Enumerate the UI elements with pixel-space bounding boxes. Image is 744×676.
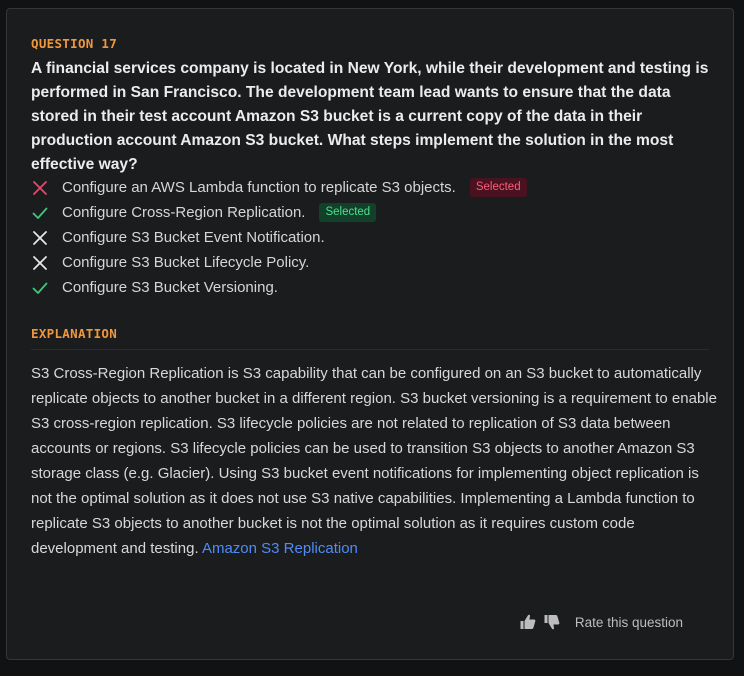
amazon-s3-replication-link[interactable]: Amazon S3 Replication (202, 540, 358, 557)
answer-option: Configure an AWS Lambda function to repl… (31, 175, 527, 200)
selected-badge: Selected (319, 203, 377, 222)
selected-badge: Selected (469, 178, 527, 197)
answer-text: Configure an AWS Lambda function to repl… (62, 179, 456, 196)
answer-text: Configure S3 Bucket Versioning. (62, 279, 278, 296)
answer-option: Configure Cross-Region Replication. Sele… (31, 200, 527, 225)
answer-list: Configure an AWS Lambda function to repl… (31, 175, 527, 300)
explanation-body: S3 Cross-Region Replication is S3 capabi… (31, 365, 717, 557)
answer-text: Configure S3 Bucket Event Notification. (62, 229, 325, 246)
rating-bar: Rate this question (519, 613, 683, 631)
check-icon (31, 279, 49, 297)
explanation-text: S3 Cross-Region Replication is S3 capabi… (31, 361, 721, 561)
thumbs-up-icon[interactable] (519, 613, 537, 631)
answer-text: Configure Cross-Region Replication. (62, 204, 306, 221)
explanation-label: EXPLANATION (31, 326, 118, 341)
x-icon (31, 254, 49, 272)
thumbs-down-icon[interactable] (543, 613, 561, 631)
answer-text: Configure S3 Bucket Lifecycle Policy. (62, 254, 310, 271)
x-icon (31, 179, 49, 197)
question-text: A financial services company is located … (31, 60, 709, 173)
check-icon (31, 204, 49, 222)
x-icon (31, 229, 49, 247)
answer-option: Configure S3 Bucket Versioning. (31, 275, 527, 300)
rate-question-link[interactable]: Rate this question (575, 615, 683, 630)
answer-option: Configure S3 Bucket Lifecycle Policy. (31, 250, 527, 275)
divider (31, 349, 709, 350)
answer-option: Configure S3 Bucket Event Notification. (31, 225, 527, 250)
question-number-label: QUESTION 17 (31, 36, 118, 51)
question-card: QUESTION 17 A financial services company… (6, 8, 734, 660)
